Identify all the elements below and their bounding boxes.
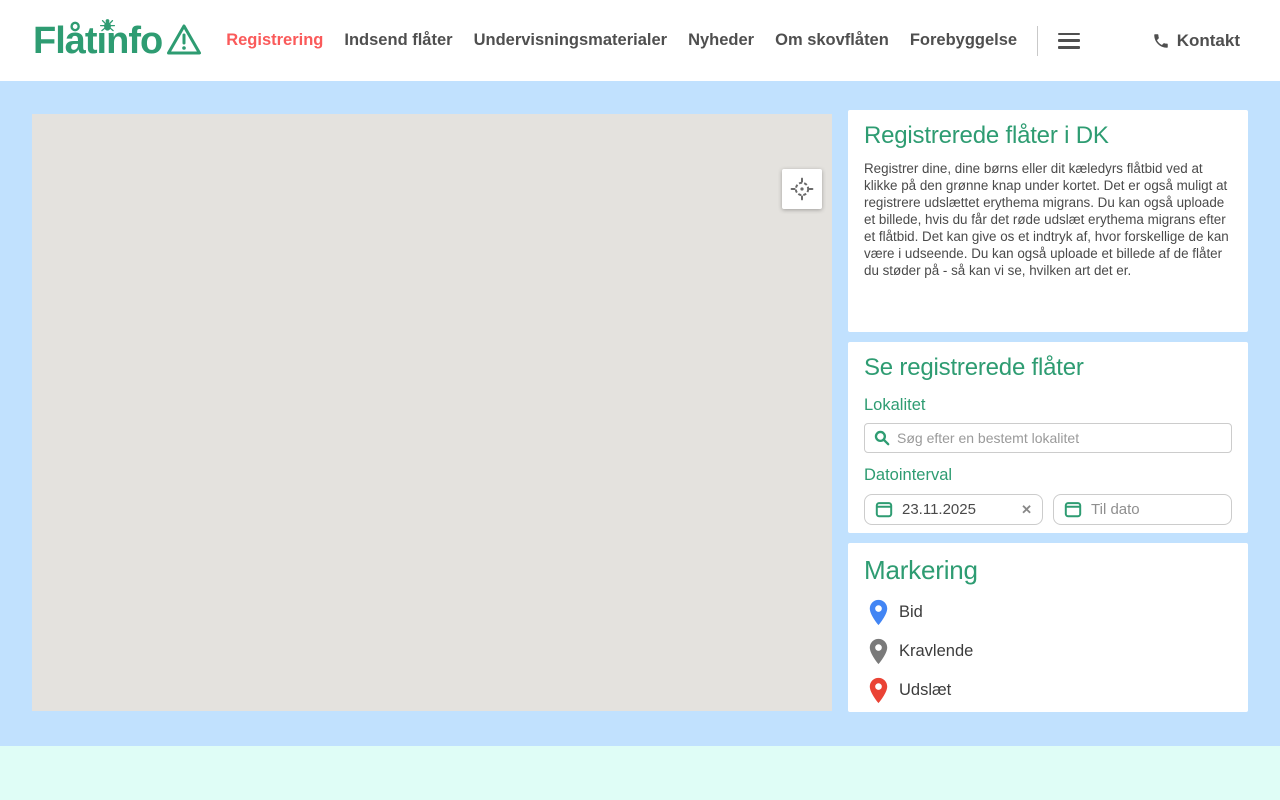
nav-item-om-skovflaten[interactable]: Om skovflåten	[775, 31, 889, 50]
date-to-input[interactable]	[1091, 500, 1221, 518]
panel-see-registered: Se registrerede flåter Lokalitet Datoint…	[848, 342, 1248, 533]
calendar-icon	[875, 502, 893, 518]
date-from-input[interactable]	[902, 500, 1009, 518]
main-content: Registrerede flåter i DK Registrer dine,…	[0, 81, 1280, 712]
map-pin-gray-icon	[869, 639, 888, 665]
legend-item-udslaet: Udslæt	[864, 677, 1232, 704]
calendar-icon	[1064, 502, 1082, 518]
locality-label: Lokalitet	[864, 395, 926, 414]
clear-date-icon[interactable]: ✕	[1017, 503, 1032, 516]
search-icon	[874, 430, 890, 446]
legend-item-bid: Bid	[864, 599, 1232, 626]
date-to-box[interactable]	[1053, 493, 1232, 525]
panel-registered-ticks: Registrerede flåter i DK Registrer dine,…	[848, 110, 1248, 332]
phone-icon	[1153, 33, 1168, 48]
map-canvas[interactable]	[32, 114, 832, 711]
sidebar: Registrerede flåter i DK Registrer dine,…	[848, 110, 1248, 712]
legend-label: Kravlende	[899, 642, 974, 661]
legend-title: Markering	[864, 555, 978, 585]
date-interval-label: Datointerval	[864, 465, 953, 484]
nav-item-nyheder[interactable]: Nyheder	[688, 31, 754, 50]
panel-registered-title: Registrerede flåter i DK	[864, 122, 1109, 149]
legend-label: Udslæt	[899, 681, 952, 700]
contact-label: Kontakt	[1176, 30, 1240, 50]
panel-legend: Markering Bid Kravlende Udslæt	[848, 543, 1248, 712]
date-from-box[interactable]: ✕	[864, 493, 1043, 525]
warning-triangle-icon	[166, 23, 202, 61]
contact-link[interactable]: Kontakt	[1152, 31, 1240, 51]
map-pin-blue-icon	[869, 600, 888, 626]
map-pin-red-icon	[869, 678, 888, 704]
panel-registered-body: Registrer dine, dine børns eller dit kæl…	[864, 160, 1229, 278]
legend-label: Bid	[899, 603, 923, 622]
nav-item-registrering[interactable]: Registrering	[226, 31, 323, 50]
nav-item-forebyggelse[interactable]: Forebyggelse	[910, 31, 1017, 50]
locality-search-input[interactable]	[897, 429, 1222, 446]
date-interval-row: ✕	[864, 493, 1232, 525]
menu-icon[interactable]	[1058, 32, 1081, 49]
header-divider	[1037, 25, 1039, 56]
locality-search-box[interactable]	[864, 422, 1232, 453]
footer-section	[0, 746, 1280, 800]
locate-me-button[interactable]	[782, 169, 822, 209]
legend-item-kravlende: Kravlende	[864, 638, 1232, 665]
logo[interactable]: Flåtinfo	[33, 17, 202, 62]
main-nav: Registrering Indsend flåter Undervisning…	[226, 31, 1017, 50]
panel-filter-title: Se registrerede flåter	[864, 354, 1084, 381]
crosshair-icon	[790, 177, 814, 201]
nav-item-indsend-flater[interactable]: Indsend flåter	[344, 31, 452, 50]
nav-item-undervisningsmaterialer[interactable]: Undervisningsmaterialer	[474, 31, 668, 50]
header: Flåtinfo Registrering Indsend flåter Und…	[0, 0, 1280, 81]
logo-text: Flåtinfo	[33, 19, 163, 62]
tick-bug-icon	[99, 17, 115, 33]
